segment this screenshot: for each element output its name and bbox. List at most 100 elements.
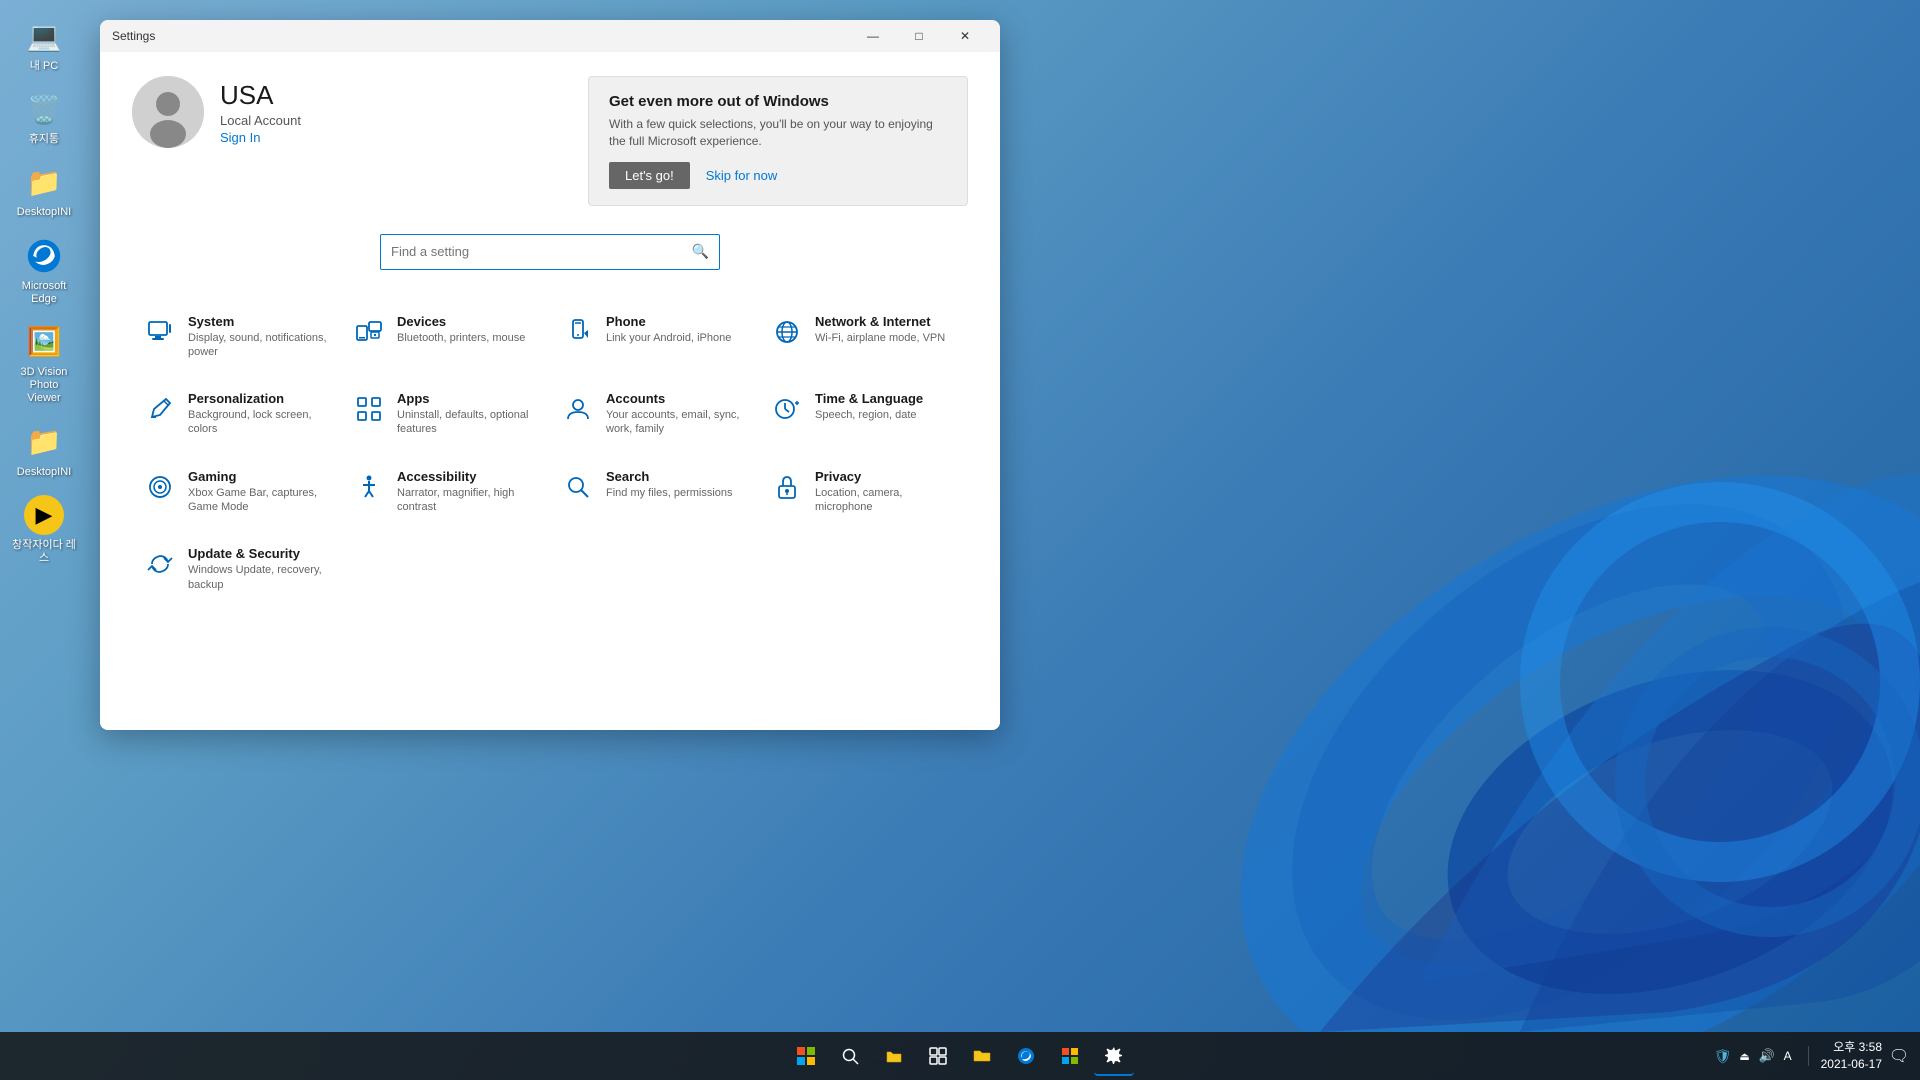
accessibility-text: Accessibility Narrator, magnifier, high … xyxy=(397,469,538,515)
maximize-button[interactable]: □ xyxy=(896,20,942,52)
minimize-button[interactable]: — xyxy=(850,20,896,52)
desktop-icon-edge[interactable]: Microsoft Edge xyxy=(8,232,80,310)
settings-item-update[interactable]: Update & Security Windows Update, recove… xyxy=(132,530,341,608)
apps-title: Apps xyxy=(397,391,538,406)
store-icon-label: 창작자이다 레스 xyxy=(12,539,76,565)
desktop-icon-store[interactable]: ▶ 창작자이다 레스 xyxy=(8,491,80,569)
store-icon: ▶ xyxy=(24,495,64,535)
time-text: Time & Language Speech, region, date xyxy=(815,391,923,422)
taskbar-settings-button[interactable] xyxy=(1094,1036,1134,1076)
window-title: Settings xyxy=(112,29,155,43)
task-view-button[interactable] xyxy=(918,1036,958,1076)
desktop-icon-photo[interactable]: 🖼️ 3D Vision Photo Viewer xyxy=(8,318,80,410)
privacy-title: Privacy xyxy=(815,469,956,484)
user-info: USA Local Account Sign In xyxy=(220,80,301,145)
update-desc: Windows Update, recovery, backup xyxy=(188,563,329,592)
gaming-title: Gaming xyxy=(188,469,329,484)
notification-icon[interactable]: 🗨 xyxy=(1890,1047,1908,1065)
gaming-text: Gaming Xbox Game Bar, captures, Game Mod… xyxy=(188,469,329,515)
settings-item-search[interactable]: Search Find my files, permissions xyxy=(550,453,759,531)
settings-item-devices[interactable]: Devices Bluetooth, printers, mouse xyxy=(341,298,550,376)
privacy-icon xyxy=(771,471,803,503)
settings-item-personalization[interactable]: Personalization Background, lock screen,… xyxy=(132,375,341,453)
clock-time: 오후 3:58 xyxy=(1821,1039,1882,1056)
user-avatar xyxy=(132,76,204,148)
settings-item-accounts[interactable]: Accounts Your accounts, email, sync, wor… xyxy=(550,375,759,453)
taskbar-store-button[interactable] xyxy=(1050,1036,1090,1076)
settings-item-phone[interactable]: Phone Link your Android, iPhone xyxy=(550,298,759,376)
taskbar-clock[interactable]: 오후 3:58 2021-06-17 xyxy=(1821,1039,1882,1073)
devices-desc: Bluetooth, printers, mouse xyxy=(397,331,525,345)
taskbar-edge-button[interactable] xyxy=(1006,1036,1046,1076)
accounts-title: Accounts xyxy=(606,391,747,406)
sign-in-link[interactable]: Sign In xyxy=(220,130,301,145)
search-title: Search xyxy=(606,469,733,484)
network-title: Network & Internet xyxy=(815,314,945,329)
user-type: Local Account xyxy=(220,113,301,128)
update-text: Update & Security Windows Update, recove… xyxy=(188,546,329,592)
update-title: Update & Security xyxy=(188,546,329,561)
phone-desc: Link your Android, iPhone xyxy=(606,331,731,345)
systray-usb-icon[interactable]: ⏏ xyxy=(1736,1047,1754,1065)
settings-item-privacy[interactable]: Privacy Location, camera, microphone xyxy=(759,453,968,531)
taskbar-center xyxy=(786,1036,1134,1076)
update-icon xyxy=(144,548,176,580)
systray: 🛡 ⏏ 🔊 A xyxy=(1714,1047,1796,1065)
language-indicator: A xyxy=(1780,1047,1796,1065)
taskbar-search-button[interactable] xyxy=(830,1036,870,1076)
search-desc: Find my files, permissions xyxy=(606,486,733,500)
devices-icon xyxy=(353,316,385,348)
taskbar: 🛡 ⏏ 🔊 A 오후 3:58 2021-06-17 🗨 xyxy=(0,1032,1920,1080)
privacy-text: Privacy Location, camera, microphone xyxy=(815,469,956,515)
file-explorer-button[interactable] xyxy=(874,1036,914,1076)
gaming-icon xyxy=(144,471,176,503)
search-icon[interactable]: 🔍 xyxy=(692,243,709,260)
accounts-desc: Your accounts, email, sync, work, family xyxy=(606,408,747,437)
settings-item-network[interactable]: Network & Internet Wi-Fi, airplane mode,… xyxy=(759,298,968,376)
promo-title: Get even more out of Windows xyxy=(609,93,947,110)
close-button[interactable]: ✕ xyxy=(942,20,988,52)
accounts-text: Accounts Your accounts, email, sync, wor… xyxy=(606,391,747,437)
start-button[interactable] xyxy=(786,1036,826,1076)
time-title: Time & Language xyxy=(815,391,923,406)
settings-item-system[interactable]: System Display, sound, notifications, po… xyxy=(132,298,341,376)
settings-content: USA Local Account Sign In Get even more … xyxy=(100,52,1000,730)
search-input[interactable] xyxy=(391,244,684,259)
system-text: System Display, sound, notifications, po… xyxy=(188,314,329,360)
settings-item-apps[interactable]: Apps Uninstall, defaults, optional featu… xyxy=(341,375,550,453)
time-icon xyxy=(771,393,803,425)
edge-icon xyxy=(24,236,64,276)
phone-text: Phone Link your Android, iPhone xyxy=(606,314,731,345)
promo-text: With a few quick selections, you'll be o… xyxy=(609,116,947,150)
lets-go-button[interactable]: Let's go! xyxy=(609,162,690,189)
systray-vpn-icon[interactable]: 🛡 xyxy=(1714,1047,1732,1065)
folder1-icon-label: DesktopINI xyxy=(17,206,71,219)
folder1-icon: 📁 xyxy=(24,162,64,202)
desktop-icon-list: 💻 내 PC 🗑️ 휴지통 📁 DesktopINI Microsoft Edg… xyxy=(0,0,88,581)
folder2-icon: 📁 xyxy=(24,422,64,462)
personalization-icon xyxy=(144,393,176,425)
desktop-icon-recycle[interactable]: 🗑️ 휴지통 xyxy=(8,85,80,150)
search-settings-icon xyxy=(562,471,594,503)
desktop-icon-computer[interactable]: 💻 내 PC xyxy=(8,12,80,77)
systray-speaker-icon[interactable]: 🔊 xyxy=(1758,1047,1776,1065)
skip-button[interactable]: Skip for now xyxy=(698,162,786,189)
settings-item-time[interactable]: Time & Language Speech, region, date xyxy=(759,375,968,453)
settings-item-gaming[interactable]: Gaming Xbox Game Bar, captures, Game Mod… xyxy=(132,453,341,531)
recycle-icon: 🗑️ xyxy=(24,89,64,129)
time-desc: Speech, region, date xyxy=(815,408,923,422)
personalization-desc: Background, lock screen, colors xyxy=(188,408,329,437)
search-box: 🔍 xyxy=(380,234,720,270)
network-text: Network & Internet Wi-Fi, airplane mode,… xyxy=(815,314,945,345)
accounts-icon xyxy=(562,393,594,425)
accessibility-title: Accessibility xyxy=(397,469,538,484)
taskbar-folder-button[interactable] xyxy=(962,1036,1002,1076)
desktop-icon-folder1[interactable]: 📁 DesktopINI xyxy=(8,158,80,223)
settings-item-accessibility[interactable]: Accessibility Narrator, magnifier, high … xyxy=(341,453,550,531)
desktop-icon-folder2[interactable]: 📁 DesktopINI xyxy=(8,418,80,483)
system-desc: Display, sound, notifications, power xyxy=(188,331,329,360)
computer-icon-label: 내 PC xyxy=(30,60,58,73)
personalization-title: Personalization xyxy=(188,391,329,406)
personalization-text: Personalization Background, lock screen,… xyxy=(188,391,329,437)
system-icon xyxy=(144,316,176,348)
